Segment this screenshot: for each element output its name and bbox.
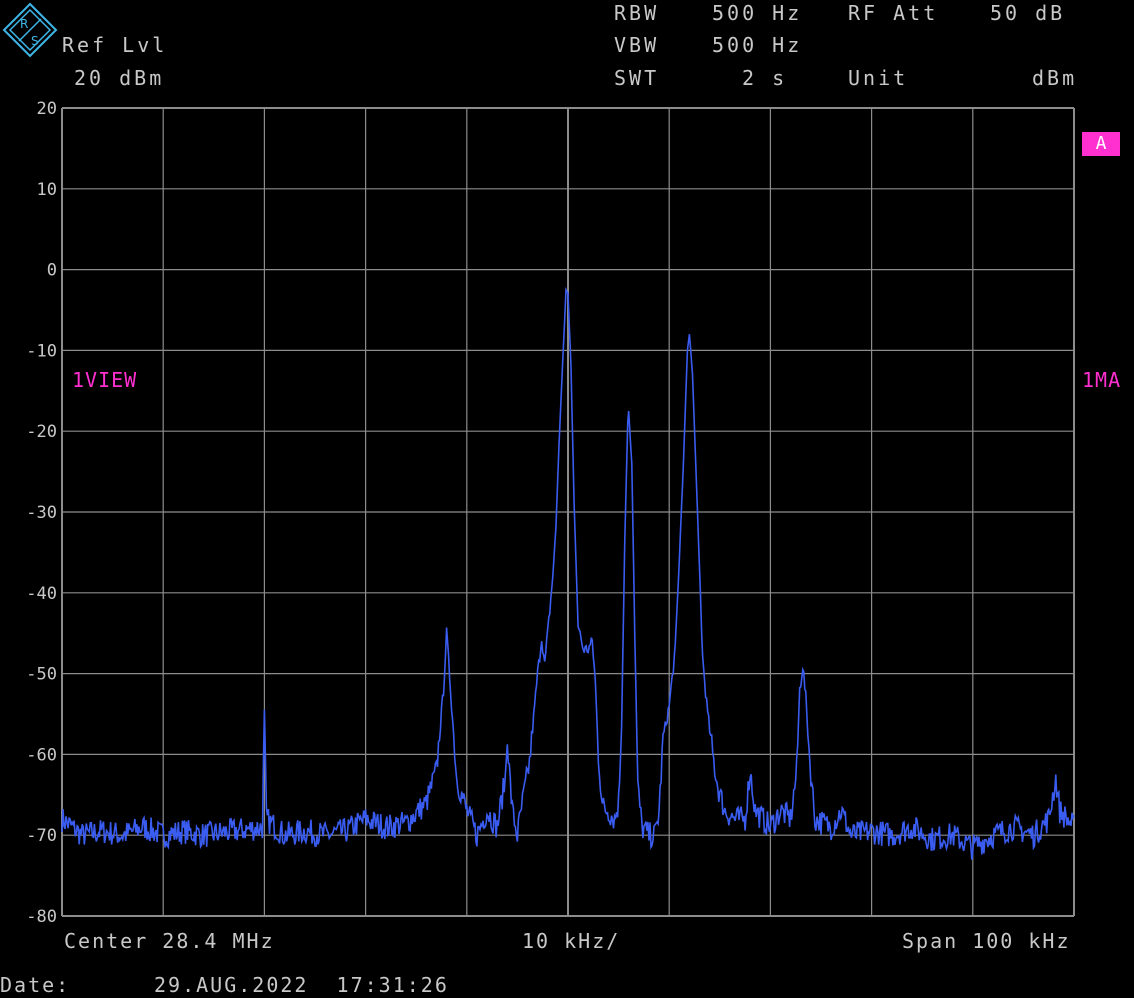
date-value: 29.AUG.2022 17:31:26 bbox=[154, 973, 449, 997]
grid bbox=[61, 107, 1075, 917]
date-label: Date: bbox=[0, 973, 71, 997]
center-frequency: Center 28.4 MHz bbox=[64, 929, 275, 953]
y-tick-label: 20 bbox=[37, 99, 57, 119]
y-axis-ticks: 20 10 0 -10 -20 -30 -40 -50 -60 -70 -80 bbox=[26, 99, 57, 927]
y-tick-label: -80 bbox=[26, 907, 57, 927]
spectrum-plot: 20 10 0 -10 -20 -30 -40 -50 -60 -70 -80 bbox=[26, 99, 1075, 927]
y-tick-label: -20 bbox=[26, 422, 57, 442]
span-value: Span 100 kHz bbox=[902, 929, 1071, 953]
y-tick-label: -60 bbox=[26, 745, 57, 765]
y-tick-label: -50 bbox=[26, 665, 57, 685]
trace-view-label: 1VIEW bbox=[72, 368, 138, 392]
y-tick-label: -10 bbox=[26, 341, 57, 361]
trace-a-badge[interactable]: A bbox=[1082, 132, 1120, 156]
y-tick-label: 10 bbox=[37, 180, 57, 200]
division-scale: 10 kHz/ bbox=[522, 929, 621, 953]
y-tick-label: -30 bbox=[26, 503, 57, 523]
y-tick-label: -70 bbox=[26, 826, 57, 846]
y-tick-label: -40 bbox=[26, 584, 57, 604]
trace-mode-label: 1MA bbox=[1082, 368, 1122, 392]
y-tick-label: 0 bbox=[47, 261, 57, 281]
